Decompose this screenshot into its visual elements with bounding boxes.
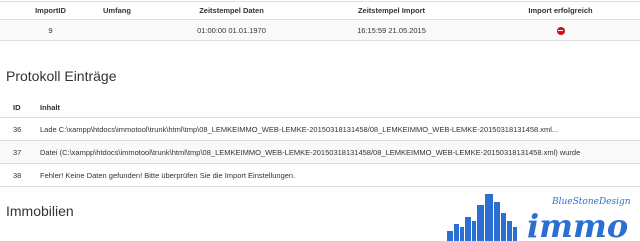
protokoll-table-header: ID Inhalt: [0, 97, 640, 117]
col-header-import-erfolgreich[interactable]: Import erfolgreich: [479, 6, 640, 15]
log-id-cell: 37: [13, 147, 22, 157]
col-header-zeitstempel-import[interactable]: Zeitstempel Import: [304, 6, 479, 15]
table-row[interactable]: 37 Datei (C:\xampp\htdocs\immotool\trunk…: [0, 141, 640, 163]
protokoll-heading: Protokoll Einträge: [6, 68, 117, 84]
col-header-umfang[interactable]: Umfang: [101, 6, 159, 15]
import-table-header: ImportID Umfang Zeitstempel Daten Zeitst…: [0, 2, 640, 19]
import-table: ImportID Umfang Zeitstempel Daten Zeitst…: [0, 1, 640, 41]
log-text-cell: Fehler! Keine Daten gefunden! Bitte über…: [40, 170, 296, 180]
col-header-inhalt[interactable]: Inhalt: [30, 103, 640, 112]
protokoll-table: ID Inhalt 36 Lade C:\xampp\htdocs\immoto…: [0, 97, 640, 187]
row-divider: [0, 186, 640, 187]
logo-tagline-text: BlueStoneDesign: [551, 197, 631, 207]
log-text-cell: Datei (C:\xampp\htdocs\immotool\trunk\ht…: [40, 147, 581, 157]
table-bottom-border: [0, 40, 640, 41]
log-id-cell: 38: [13, 170, 22, 180]
log-text-cell: Lade C:\xampp\htdocs\immotool\trunk\html…: [40, 124, 559, 134]
col-header-import-id[interactable]: ImportID: [0, 6, 101, 15]
col-header-id[interactable]: ID: [0, 103, 30, 112]
skyline-graphic: [447, 194, 517, 241]
table-row[interactable]: 38 Fehler! Keine Daten gefunden! Bitte ü…: [0, 164, 640, 186]
table-row[interactable]: 9 01:00:00 01.01.1970 16:15:59 21.05.201…: [0, 20, 640, 40]
bluestone-logo: immo BlueStoneDesign: [447, 194, 631, 241]
log-id-cell: 36: [13, 124, 22, 134]
zeitstempel-daten-cell: 01:00:00 01.01.1970: [197, 25, 266, 35]
logo-brand-text: immo: [527, 207, 628, 241]
table-row[interactable]: 36 Lade C:\xampp\htdocs\immotool\trunk\h…: [0, 118, 640, 140]
immobilien-heading: Immobilien: [6, 203, 74, 219]
import-id-cell: 9: [48, 25, 53, 35]
error-icon: [556, 26, 565, 35]
zeitstempel-import-cell: 16:15:59 21.05.2015: [357, 25, 426, 35]
import-erfolgreich-cell: [479, 25, 640, 35]
col-header-zeitstempel-daten[interactable]: Zeitstempel Daten: [159, 6, 304, 15]
